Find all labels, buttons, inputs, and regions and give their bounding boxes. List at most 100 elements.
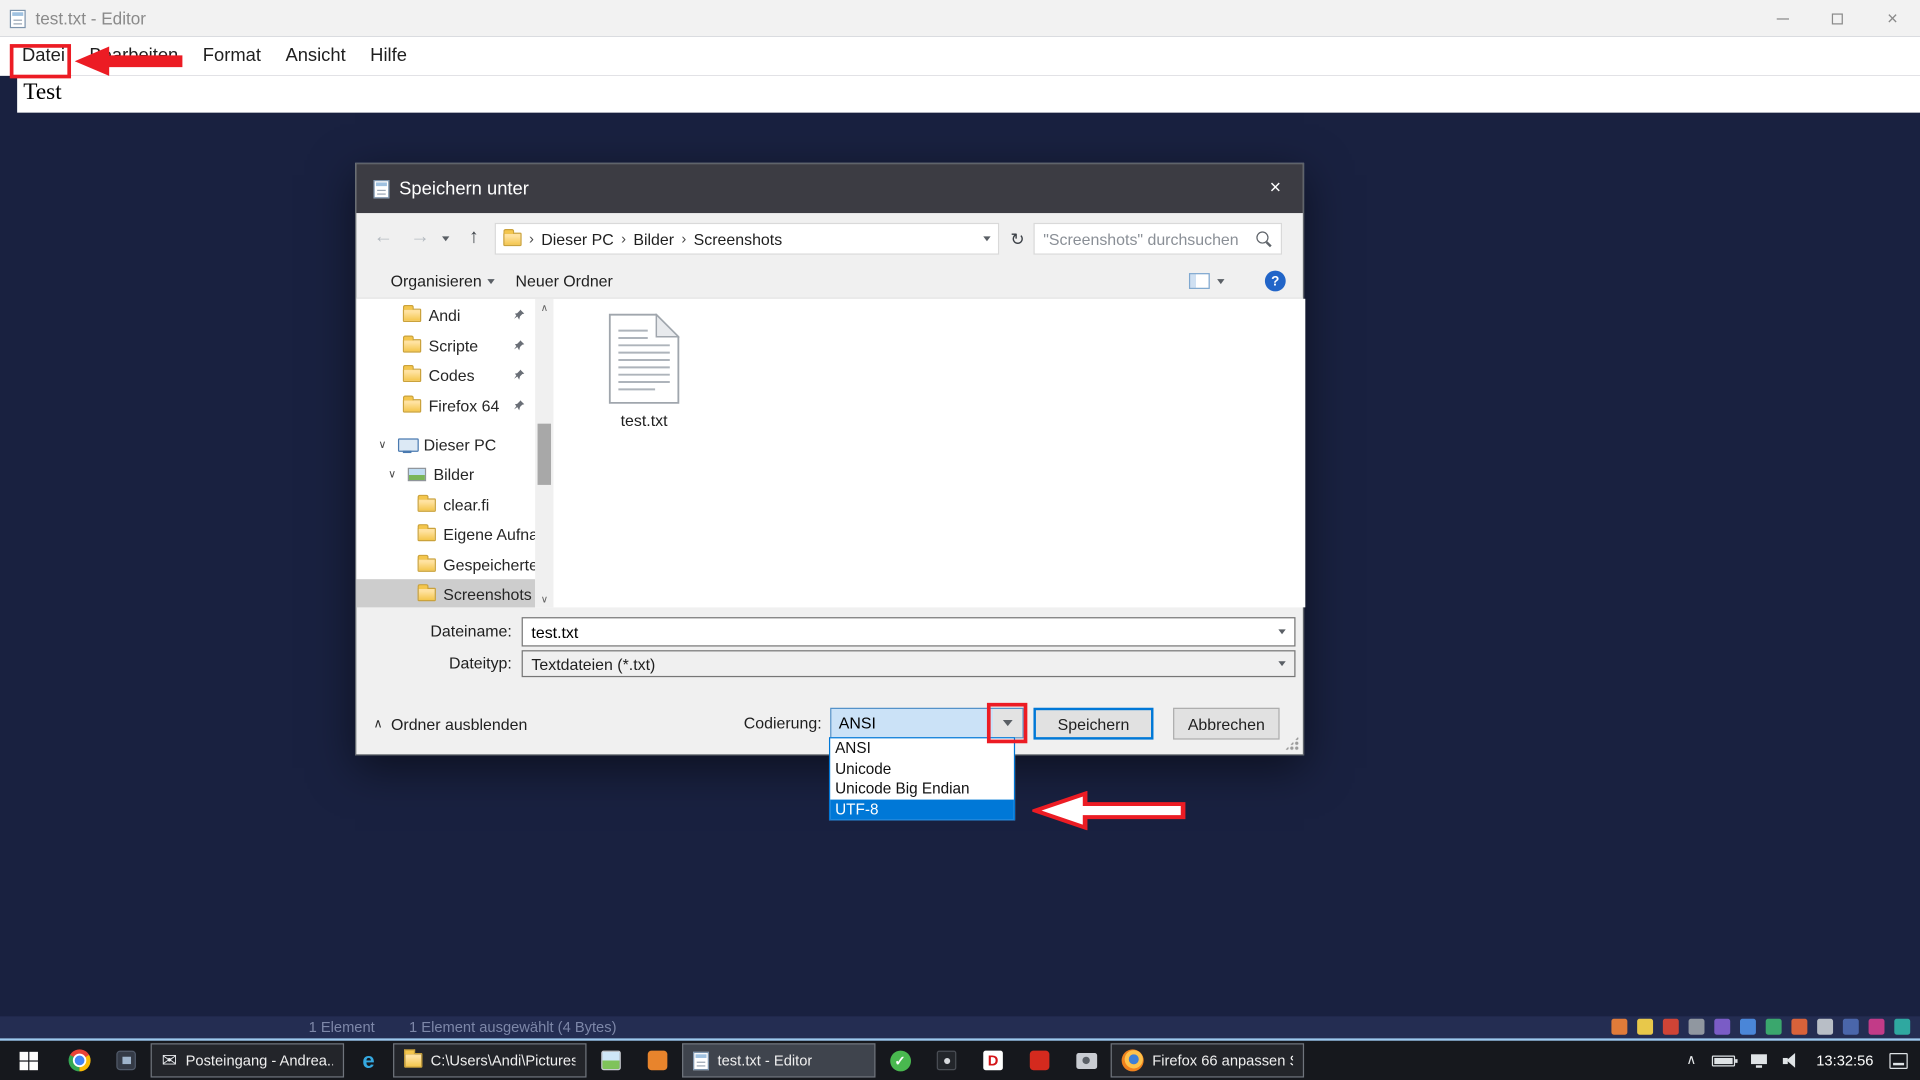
scroll-down-button[interactable]: ∨ — [535, 590, 553, 607]
recent-locations-button[interactable] — [442, 236, 449, 241]
breadcrumb-screenshots[interactable]: Screenshots — [694, 230, 782, 248]
breadcrumb-bilder[interactable]: Bilder — [633, 230, 674, 248]
minimize-button[interactable] — [1755, 0, 1810, 37]
status-item-count: 1 Element — [309, 1019, 375, 1036]
new-folder-button[interactable]: Neuer Ordner — [516, 264, 613, 298]
file-item-test-txt[interactable]: test.txt — [589, 313, 699, 429]
encoding-option-utf8[interactable]: UTF-8 — [830, 799, 1014, 819]
taskbar-icon-edge[interactable]: e — [345, 1041, 392, 1080]
strip-icon — [1766, 1019, 1782, 1035]
menu-item-format[interactable]: Format — [191, 37, 274, 76]
resize-grip[interactable] — [1284, 736, 1299, 751]
menu-item-hilfe[interactable]: Hilfe — [358, 37, 419, 76]
taskbar-icon-tool[interactable] — [634, 1041, 681, 1080]
task-label: C:\Users\Andi\Pictures... — [431, 1052, 576, 1069]
notepad-icon — [693, 1051, 709, 1069]
breadcrumb-dieser-pc[interactable]: Dieser PC — [541, 230, 614, 248]
dialog-close-button[interactable]: × — [1248, 164, 1303, 213]
sidebar-item-dieser-pc[interactable]: ∨ Dieser PC — [356, 430, 535, 459]
clock[interactable]: 13:32:56 — [1816, 1052, 1873, 1069]
strip-icon — [1843, 1019, 1859, 1035]
view-dropdown-icon[interactable] — [1217, 279, 1224, 284]
sidebar-item-gespeicherte[interactable]: Gespeicherte — [356, 550, 535, 579]
sidebar-item-firefox-64[interactable]: Firefox 64 — [356, 391, 535, 420]
maximize-button[interactable] — [1810, 0, 1865, 37]
firefox-icon — [1122, 1049, 1144, 1071]
sidebar-item-bilder[interactable]: ∨ Bilder — [356, 459, 535, 488]
scroll-up-button[interactable]: ∧ — [535, 299, 553, 316]
notepad-text-area[interactable]: Test — [17, 76, 1920, 113]
up-button[interactable]: ↑ — [469, 227, 479, 249]
network-icon[interactable] — [1751, 1054, 1767, 1066]
sidebar-item-label: Gespeicherte — [443, 555, 535, 573]
sidebar-item-clear-fi[interactable]: clear.fi — [356, 490, 535, 519]
annotation-box-datei — [10, 44, 71, 78]
dialog-titlebar: Speichern unter × — [356, 164, 1303, 213]
folder-icon — [404, 1053, 422, 1068]
tree-scrollbar[interactable]: ∧ ∨ — [535, 299, 553, 608]
sidebar-item-andi[interactable]: Andi — [356, 300, 535, 329]
folder-icon — [403, 339, 421, 352]
maximize-icon — [1832, 13, 1843, 24]
dialog-toolbar: ← → ↑ › Dieser PC › Bilder › Screenshots… — [356, 213, 1303, 264]
task-label: Firefox 66 anpassen St... — [1152, 1052, 1293, 1069]
strip-icon — [1740, 1019, 1756, 1035]
taskbar-icon-remote[interactable]: ✓ — [877, 1041, 924, 1080]
menu-item-ansicht[interactable]: Ansicht — [273, 37, 358, 76]
address-dropdown-icon[interactable] — [983, 236, 990, 241]
dialog-command-bar: Organisieren Neuer Ordner ? — [356, 264, 1303, 298]
search-icon — [1256, 231, 1272, 247]
refresh-button[interactable]: ↻ — [1003, 223, 1032, 255]
expand-chevron-icon[interactable]: ∨ — [378, 438, 386, 451]
sidebar-item-screenshots[interactable]: Screenshots — [356, 579, 535, 607]
taskbar-task-firefox[interactable]: Firefox 66 anpassen St... — [1111, 1043, 1304, 1077]
taskbar-task-mail[interactable]: ✉ Posteingang - Andrea... — [151, 1043, 344, 1077]
forward-button[interactable]: → — [410, 227, 430, 249]
hide-folders-button[interactable]: ∧ Ordner ausblenden — [373, 715, 527, 733]
help-button[interactable]: ? — [1265, 271, 1286, 292]
taskbar-task-notepad[interactable]: test.txt - Editor — [682, 1043, 875, 1077]
filename-label: Dateiname: — [356, 622, 512, 640]
refresh-icon: ↻ — [1010, 228, 1024, 249]
taskbar-icon-app[interactable] — [103, 1041, 150, 1080]
taskbar-icon-snipping[interactable] — [1063, 1041, 1110, 1080]
sidebar-item-scripte[interactable]: Scripte — [356, 331, 535, 360]
expand-chevron-icon[interactable]: ∨ — [388, 467, 396, 480]
notepad-icon — [10, 9, 26, 27]
battery-icon[interactable] — [1712, 1055, 1735, 1066]
view-options-button[interactable] — [1189, 273, 1210, 289]
crumb-separator-icon: › — [621, 230, 626, 247]
taskbar-icon-image-viewer[interactable] — [588, 1041, 635, 1080]
save-button[interactable]: Speichern — [1033, 708, 1153, 740]
taskbar: ✉ Posteingang - Andrea... e C:\Users\And… — [0, 1041, 1920, 1080]
tray-expand-button[interactable]: ∧ — [1686, 1054, 1696, 1067]
filename-dropdown-button[interactable] — [1270, 618, 1294, 645]
cancel-button[interactable]: Abbrechen — [1173, 708, 1280, 740]
encoding-option-unicode-big-endian[interactable]: Unicode Big Endian — [830, 779, 1014, 799]
taskbar-icon-chrome[interactable] — [56, 1041, 103, 1080]
address-bar[interactable]: › Dieser PC › Bilder › Screenshots — [495, 223, 999, 255]
crumb-separator-icon: › — [529, 230, 534, 247]
sidebar-item-eigene-aufnahmen[interactable]: Eigene Aufna — [356, 519, 535, 548]
taskbar-icon-d-app[interactable]: D — [970, 1041, 1017, 1080]
encoding-option-unicode[interactable]: Unicode — [830, 759, 1014, 779]
taskbar-icon-red-app[interactable] — [1016, 1041, 1063, 1080]
taskbar-icon-dark-app[interactable] — [923, 1041, 970, 1080]
start-button[interactable] — [0, 1041, 56, 1080]
task-label: test.txt - Editor — [718, 1052, 813, 1069]
scrollbar-thumb[interactable] — [538, 424, 551, 485]
filename-input[interactable]: test.txt — [522, 617, 1296, 646]
filetype-dropdown-button[interactable] — [1270, 651, 1294, 675]
volume-icon[interactable] — [1783, 1053, 1800, 1068]
action-center-button[interactable] — [1889, 1052, 1907, 1068]
d-app-icon: D — [983, 1051, 1003, 1071]
close-button[interactable]: × — [1865, 0, 1920, 37]
filetype-combobox[interactable]: Textdateien (*.txt) — [522, 650, 1296, 677]
red-app-icon — [1030, 1051, 1050, 1071]
pin-icon — [513, 369, 525, 381]
taskbar-task-explorer[interactable]: C:\Users\Andi\Pictures... — [393, 1043, 586, 1077]
sidebar-item-codes[interactable]: Codes — [356, 360, 535, 389]
search-input[interactable]: "Screenshots" durchsuchen — [1033, 223, 1282, 255]
back-button[interactable]: ← — [373, 227, 393, 249]
organize-button[interactable]: Organisieren — [391, 264, 496, 298]
